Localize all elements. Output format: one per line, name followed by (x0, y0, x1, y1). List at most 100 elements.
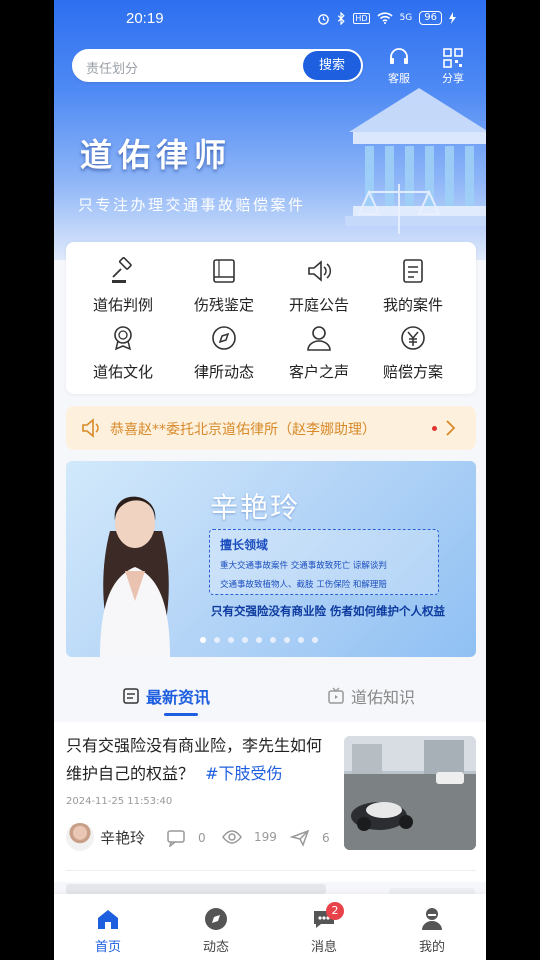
tab-label: 道佑知识 (351, 688, 416, 707)
author-name: 辛艳玲 (100, 828, 146, 847)
nav-home[interactable]: 首页 (78, 906, 138, 955)
nav-label: 动态 (202, 940, 229, 955)
content-tabs: 最新资讯 道佑知识 (54, 676, 486, 720)
brand-title: 道佑律师 (80, 136, 233, 174)
carousel-dot[interactable] (312, 637, 318, 643)
specialty-box: 擅长领域 重大交通事故案件 交通事故致死亡 谅解谈判 交通事故致植物人、截肢 工… (209, 529, 439, 595)
menu-item-cases[interactable]: 道佑判例 (75, 256, 171, 315)
menu-item-court-notice[interactable]: 开庭公告 (271, 256, 367, 315)
menu-item-label: 道佑文化 (92, 363, 153, 381)
lawyer-banner[interactable]: 辛艳玲 擅长领域 重大交通事故案件 交通事故致死亡 谅解谈判 交通事故致植物人、… (66, 461, 476, 657)
carousel-dot[interactable] (298, 637, 304, 643)
tab-latest-news[interactable]: 最新资讯 (122, 684, 210, 708)
menu-item-label: 伤残鉴定 (193, 296, 254, 314)
search-button[interactable]: 搜索 (303, 51, 361, 80)
compass-icon (205, 908, 227, 930)
user-icon (422, 908, 442, 930)
brand-slogan: 只专注办理交通事故赔偿案件 (78, 196, 306, 214)
lawyer-name: 辛艳玲 (210, 491, 301, 524)
avatar (66, 823, 94, 851)
menu-item-compensation-plan[interactable]: 赔偿方案 (365, 323, 461, 382)
charging-icon (449, 12, 456, 24)
carousel-dot[interactable] (242, 637, 248, 643)
book-icon (213, 259, 235, 283)
specialty-title: 擅长领域 (220, 538, 269, 552)
carousel-dot[interactable] (200, 637, 206, 643)
view-count: 199 (222, 829, 277, 845)
article-tag[interactable]: #下肢受伤 (205, 764, 282, 783)
status-time: 20:19 (126, 10, 164, 27)
view-count-value: 199 (254, 830, 277, 844)
battery-icon: 96 (419, 11, 442, 25)
network-label: 5G (399, 13, 413, 23)
share-button[interactable]: 分享 (433, 48, 473, 86)
qr-code-icon (443, 48, 463, 68)
compass-icon (212, 326, 236, 350)
gavel-icon (112, 257, 132, 283)
menu-item-culture[interactable]: 道佑文化 (75, 323, 171, 382)
notice-text: 恭喜赵**委托北京道佑律所（赵李娜助理） (110, 422, 376, 438)
banner-tagline: 只有交强险没有商业险 伤者如何维护个人权益 (211, 604, 446, 618)
notice-bar[interactable]: 恭喜赵**委托北京道佑律所（赵李娜助理） (66, 406, 476, 450)
menu-item-label: 我的案件 (382, 296, 443, 314)
menu-item-label: 客户之声 (288, 363, 349, 381)
active-tab-indicator (164, 713, 198, 716)
share-count-value: 6 (322, 831, 330, 845)
eye-icon (222, 830, 242, 844)
specialty-line: 重大交通事故案件 交通事故致死亡 谅解谈判 (220, 561, 387, 571)
search-bar[interactable]: 责任划分 搜索 (72, 49, 363, 82)
person-icon (307, 326, 331, 351)
tab-label: 最新资讯 (146, 688, 211, 707)
hd-icon: HD (353, 12, 370, 24)
courthouse-illustration (345, 88, 486, 234)
share-count[interactable]: 6 (290, 829, 330, 847)
specialty-line: 交通事故致植物人、截肢 工伤保险 和解理赔 (220, 580, 387, 590)
nav-profile[interactable]: 我的 (402, 906, 462, 955)
carousel-dot[interactable] (256, 637, 262, 643)
home-icon (98, 910, 118, 929)
status-icons: HD 5G 96 (317, 11, 456, 25)
menu-item-my-cases[interactable]: 我的案件 (365, 256, 461, 315)
menu-item-label: 道佑判例 (92, 296, 153, 314)
carousel-dot[interactable] (214, 637, 220, 643)
search-input[interactable]: 责任划分 (86, 58, 138, 77)
bottom-navigation: 首页 动态 2 消息 我的 (54, 894, 486, 960)
nav-label: 首页 (94, 940, 121, 955)
menu-item-disability-appraisal[interactable]: 伤残鉴定 (176, 256, 272, 315)
notice-unread-dot (432, 426, 437, 431)
article-author[interactable]: 辛艳玲 (66, 823, 145, 851)
yen-icon (401, 326, 425, 350)
nav-feed[interactable]: 动态 (186, 906, 246, 955)
chevron-right-icon[interactable] (444, 419, 456, 437)
article-title-block: 只有交强险没有商业险，李先生如何维护自己的权益？ #下肢受伤 (66, 732, 331, 788)
carousel-dot[interactable] (284, 637, 290, 643)
carousel-dot[interactable] (270, 637, 276, 643)
article-date: 2024-11-25 11:53:40 (66, 796, 173, 807)
customer-service-button[interactable]: 客服 (379, 48, 419, 86)
menu-item-firm-news[interactable]: 律所动态 (176, 323, 272, 382)
tv-icon (328, 687, 344, 704)
message-badge: 2 (326, 902, 344, 920)
carousel-dot[interactable] (228, 637, 234, 643)
bluetooth-icon (338, 11, 346, 25)
menu-item-label: 律所动态 (193, 363, 254, 381)
carousel-indicator[interactable] (200, 637, 318, 643)
article-thumbnail[interactable] (344, 736, 476, 850)
traffic-accident-photo (344, 736, 476, 850)
lawyer-portrait (100, 496, 170, 657)
comment-count[interactable]: 0 (166, 829, 206, 847)
divider (66, 870, 476, 871)
send-icon (290, 829, 310, 847)
article-card[interactable]: 只有交强险没有商业险，李先生如何维护自己的权益？ #下肢受伤 2024-11-2… (54, 722, 486, 882)
medal-icon (114, 326, 132, 351)
tab-knowledge[interactable]: 道佑知识 (327, 684, 415, 708)
phone-screen: 20:19 HD 5G 96 责任划分 搜索 客服 分享 道佑律师 只专注办理交… (54, 0, 486, 960)
menu-item-client-voice[interactable]: 客户之声 (271, 323, 367, 382)
next-article-preview[interactable] (66, 884, 326, 894)
headset-icon (390, 48, 408, 64)
nav-messages[interactable]: 2 消息 (294, 902, 354, 955)
alarm-icon (318, 13, 330, 25)
wifi-icon (377, 12, 393, 24)
document-icon (403, 259, 423, 283)
menu-item-label: 开庭公告 (288, 296, 349, 314)
